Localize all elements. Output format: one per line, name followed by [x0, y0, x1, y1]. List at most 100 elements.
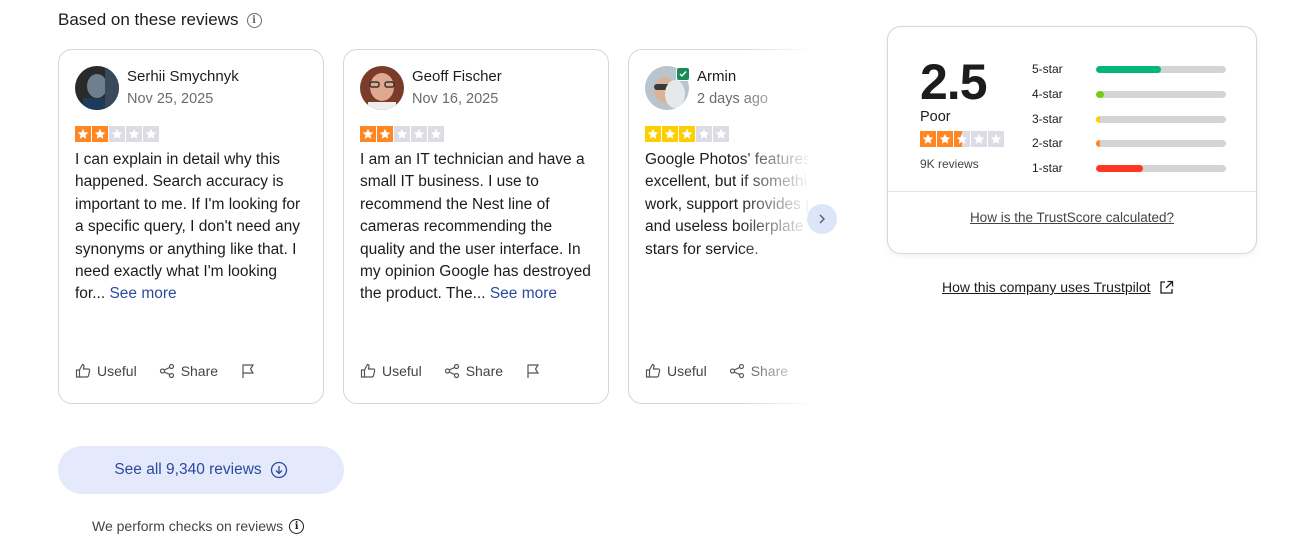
star-icon — [713, 126, 729, 142]
divider — [888, 191, 1256, 192]
star-icon — [954, 131, 970, 147]
star-icon — [109, 126, 125, 142]
review-text: I am an IT technician and have a small I… — [360, 149, 596, 306]
trustscore-info-link[interactable]: How is the TrustScore calculated? — [888, 210, 1256, 225]
distribution-bar — [1096, 139, 1226, 147]
reviewer-avatar — [75, 66, 119, 110]
section-heading: Based on these reviews i — [58, 10, 262, 30]
distribution-label: 4-star — [1032, 87, 1063, 101]
next-arrow-button[interactable] — [807, 204, 837, 234]
distribution-bar — [1096, 90, 1226, 98]
review-date: Nov 25, 2025 — [127, 91, 214, 107]
review-card[interactable]: Geoff Fischer Nov 16, 2025 I am an IT te… — [343, 49, 609, 404]
star-icon — [679, 126, 695, 142]
star-icon — [696, 126, 712, 142]
review-stars — [75, 126, 159, 142]
checkmark-icon — [679, 71, 687, 78]
share-button[interactable]: Share — [159, 363, 218, 379]
review-body: I can explain in detail why this happene… — [75, 151, 301, 303]
share-label: Share — [465, 363, 504, 379]
distribution-fill — [1096, 115, 1100, 123]
summary-stars — [920, 131, 1004, 147]
review-card[interactable]: Serhii Smychnyk Nov 25, 2025 I can expla… — [58, 49, 324, 404]
star-icon — [988, 131, 1004, 147]
company-trustpilot-link[interactable]: How this company uses Trustpilot — [942, 279, 1174, 295]
distribution-row-2[interactable]: 2-star — [1032, 136, 1226, 150]
review-count: 9K reviews — [920, 157, 979, 171]
reviewer-name[interactable]: Serhii Smychnyk — [127, 68, 239, 85]
review-date: Nov 16, 2025 — [412, 91, 499, 107]
review-text: I can explain in detail why this happene… — [75, 149, 311, 306]
reviewer-avatar — [360, 66, 404, 110]
share-label: Share — [180, 363, 219, 379]
star-icon — [126, 126, 142, 142]
see-all-reviews-button[interactable]: See all 9,340 reviews — [58, 446, 344, 494]
star-icon — [920, 131, 936, 147]
chevron-right-icon — [819, 214, 825, 224]
external-link-icon — [1159, 280, 1173, 294]
review-body: I am an IT technician and have a small I… — [360, 151, 591, 303]
review-stars — [360, 126, 444, 142]
star-icon — [428, 126, 444, 142]
reviews-carousel: Serhii Smychnyk Nov 25, 2025 I can expla… — [58, 49, 808, 407]
reviewer-name[interactable]: Armin — [697, 68, 736, 85]
star-icon — [360, 126, 376, 142]
star-icon — [75, 126, 91, 142]
distribution-label: 5-star — [1032, 62, 1063, 76]
see-more-link[interactable]: See more — [109, 285, 176, 302]
useful-label: Useful — [667, 363, 707, 379]
star-icon — [411, 126, 427, 142]
star-icon — [377, 126, 393, 142]
distribution-bar — [1096, 65, 1226, 73]
thumbs-up-icon — [360, 363, 376, 378]
info-icon[interactable]: i — [246, 12, 262, 28]
reviewer-name[interactable]: Geoff Fischer — [412, 68, 502, 85]
star-icon — [645, 126, 661, 142]
distribution-label: 3-star — [1032, 112, 1063, 126]
report-button[interactable] — [240, 363, 256, 379]
review-actions: Useful Share — [75, 363, 278, 379]
carousel-fade — [738, 49, 808, 407]
distribution-fill — [1096, 65, 1161, 73]
useful-button[interactable]: Useful — [75, 363, 137, 379]
distribution-fill — [1096, 164, 1143, 172]
rating-summary-card: 2.5 Poor 9K reviews 5-star 4-star 3-star… — [887, 26, 1257, 254]
arrow-down-circle-icon — [270, 461, 287, 479]
star-icon — [143, 126, 159, 142]
share-icon — [444, 363, 459, 379]
distribution-row-5[interactable]: 5-star — [1032, 62, 1226, 76]
section-heading-text: Based on these reviews — [58, 10, 239, 29]
checks-note: We perform checks on reviews i — [92, 518, 305, 534]
distribution-row-1[interactable]: 1-star — [1032, 161, 1226, 175]
useful-label: Useful — [382, 363, 422, 379]
distribution-fill — [1096, 139, 1100, 147]
see-more-link[interactable]: See more — [490, 285, 557, 302]
share-icon — [159, 363, 174, 379]
report-button[interactable] — [525, 363, 541, 379]
star-icon — [662, 126, 678, 142]
info-icon[interactable]: i — [289, 518, 305, 534]
star-icon — [937, 131, 953, 147]
star-icon — [971, 131, 987, 147]
trust-score: 2.5 — [920, 54, 988, 110]
share-button[interactable]: Share — [444, 363, 503, 379]
review-stars — [645, 126, 729, 142]
distribution-row-4[interactable]: 4-star — [1032, 87, 1226, 101]
flag-icon — [242, 364, 255, 378]
checks-note-text: We perform checks on reviews — [92, 518, 284, 534]
distribution-label: 2-star — [1032, 136, 1063, 150]
star-icon — [394, 126, 410, 142]
review-actions: Useful Share — [360, 363, 563, 379]
star-icon — [92, 126, 108, 142]
score-label: Poor — [920, 109, 951, 125]
useful-button[interactable]: Useful — [360, 363, 422, 379]
verified-badge — [676, 67, 690, 81]
thumbs-up-icon — [645, 363, 661, 378]
distribution-bar — [1096, 115, 1226, 123]
thumbs-up-icon — [75, 363, 91, 378]
distribution-bar — [1096, 164, 1226, 172]
company-link-text: How this company uses Trustpilot — [942, 279, 1151, 295]
distribution-fill — [1096, 90, 1104, 98]
distribution-row-3[interactable]: 3-star — [1032, 112, 1226, 126]
useful-button[interactable]: Useful — [645, 363, 707, 379]
